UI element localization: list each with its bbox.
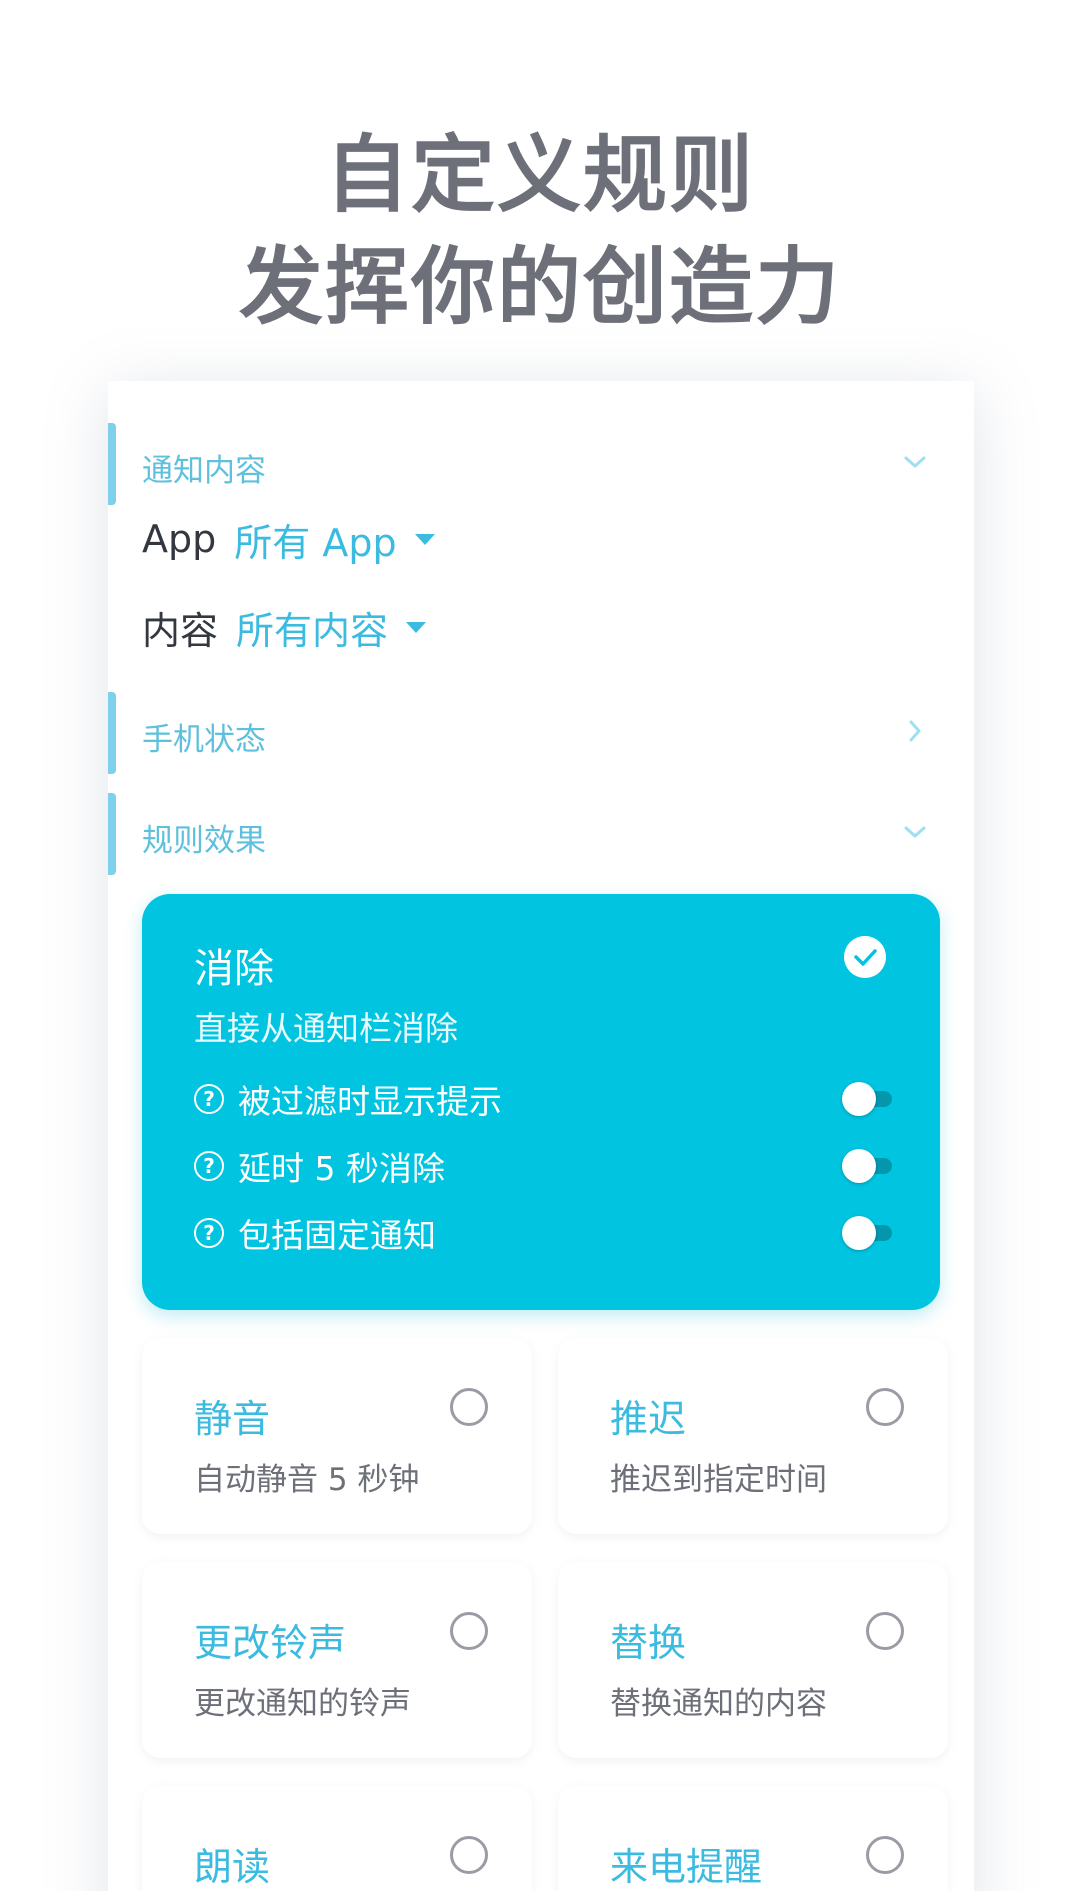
tile-description: 更改通知的铃声 <box>194 1686 411 1722</box>
help-icon[interactable]: ? <box>194 1151 224 1181</box>
effect-tile-mute[interactable]: 静音 自动静音 5 秒钟 <box>142 1338 532 1534</box>
effect-tile-ringtone[interactable]: 更改铃声 更改通知的铃声 <box>142 1562 532 1758</box>
app-filter-row[interactable]: App 所有 App <box>142 511 435 567</box>
effect-card-dismiss[interactable]: 消除 直接从通知栏消除 ? 被过滤时显示提示 ? 延时 5 秒消除 ? 包括固定… <box>142 894 940 1310</box>
section-indicator <box>108 692 116 774</box>
headline-line-2: 发挥你的创造力 <box>238 238 841 336</box>
headline-line-1: 自定义规则 <box>324 126 755 224</box>
radio-button[interactable] <box>866 1388 904 1426</box>
tile-title: 推迟 <box>610 1397 687 1441</box>
dropdown-caret-icon[interactable] <box>406 621 427 633</box>
radio-button[interactable] <box>450 1836 488 1874</box>
section-indicator <box>108 793 116 875</box>
content-select-value[interactable]: 所有内容 <box>236 600 388 655</box>
effect-tile-call-reminder[interactable]: 来电提醒 <box>558 1786 948 1891</box>
chevron-down-icon[interactable] <box>900 447 930 477</box>
check-circle-icon[interactable] <box>844 936 886 978</box>
tile-description: 推迟到指定时间 <box>610 1462 827 1498</box>
help-icon[interactable]: ? <box>194 1084 224 1114</box>
option-label: 被过滤时显示提示 <box>238 1082 502 1121</box>
section-title: 手机状态 <box>142 722 266 758</box>
section-rule-effect[interactable]: 规则效果 <box>108 793 974 875</box>
section-title: 通知内容 <box>142 453 266 489</box>
effect-tile-snooze[interactable]: 推迟 推迟到指定时间 <box>558 1338 948 1534</box>
toggle-knob <box>842 1216 876 1250</box>
app-label: App <box>142 517 217 561</box>
section-indicator <box>108 423 116 505</box>
tile-description: 替换通知的内容 <box>610 1686 827 1722</box>
tile-title: 替换 <box>610 1621 687 1665</box>
chevron-right-icon[interactable] <box>900 716 930 746</box>
dropdown-caret-icon[interactable] <box>414 533 435 545</box>
section-phone-state[interactable]: 手机状态 <box>108 692 974 774</box>
radio-button[interactable] <box>450 1612 488 1650</box>
effect-title: 消除 <box>194 946 274 992</box>
option-delay-dismiss: ? 延时 5 秒消除 <box>194 1141 894 1191</box>
toggle-knob <box>842 1149 876 1183</box>
option-label: 包括固定通知 <box>238 1216 436 1255</box>
tile-title: 更改铃声 <box>194 1621 347 1665</box>
effect-tile-replace[interactable]: 替换 替换通知的内容 <box>558 1562 948 1758</box>
effect-description: 直接从通知栏消除 <box>194 1009 458 1048</box>
content-label: 内容 <box>142 608 219 653</box>
toggle-switch[interactable] <box>842 1082 894 1116</box>
help-icon[interactable]: ? <box>194 1218 224 1248</box>
radio-button[interactable] <box>866 1836 904 1874</box>
option-show-hint: ? 被过滤时显示提示 <box>194 1074 894 1124</box>
rule-editor-card: 通知内容 App 所有 App 内容 所有内容 手机状态 规则效果 消除 直接从… <box>108 381 974 1891</box>
tile-title: 静音 <box>194 1397 271 1441</box>
toggle-knob <box>842 1082 876 1116</box>
chevron-down-icon[interactable] <box>900 817 930 847</box>
tile-title: 朗读 <box>194 1845 271 1889</box>
radio-button[interactable] <box>450 1388 488 1426</box>
content-filter-row[interactable]: 内容 所有内容 <box>142 599 427 655</box>
effect-tile-read-aloud[interactable]: 朗读 <box>142 1786 532 1891</box>
toggle-switch[interactable] <box>842 1216 894 1250</box>
tile-title: 来电提醒 <box>610 1845 763 1889</box>
app-select-value[interactable]: 所有 App <box>234 512 396 567</box>
tile-description: 自动静音 5 秒钟 <box>194 1462 420 1498</box>
toggle-switch[interactable] <box>842 1149 894 1183</box>
section-title: 规则效果 <box>142 823 266 859</box>
section-notification-content[interactable]: 通知内容 <box>108 423 974 505</box>
option-label: 延时 5 秒消除 <box>238 1149 445 1188</box>
option-include-ongoing: ? 包括固定通知 <box>194 1208 894 1258</box>
radio-button[interactable] <box>866 1612 904 1650</box>
